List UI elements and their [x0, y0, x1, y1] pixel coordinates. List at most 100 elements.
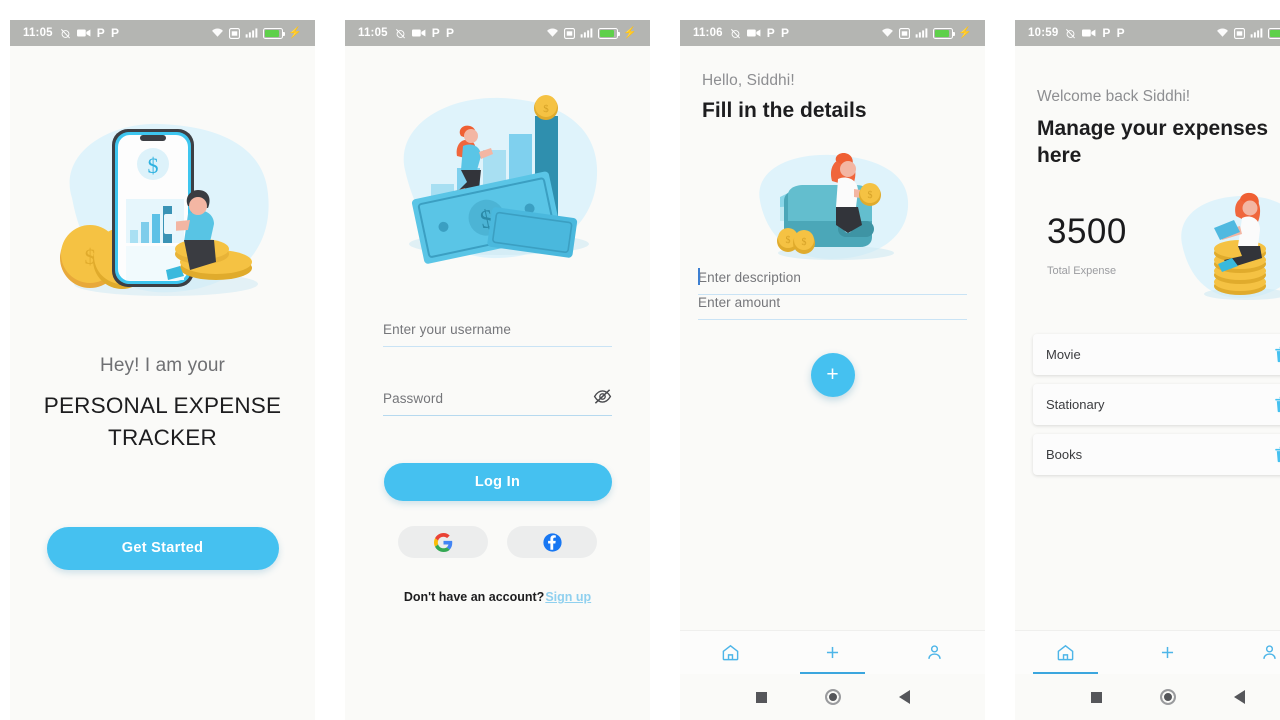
wallet-coins-person-illustration: $ $ $ — [758, 152, 908, 260]
expense-name: Movie — [1046, 346, 1081, 362]
status-right-icons: ⚡ — [881, 26, 972, 39]
bottom-tab-bar — [680, 630, 985, 674]
plus-icon — [826, 646, 839, 659]
phone-screen-onboarding: 11:05 P P ⚡ $ $ Hey! I am your PERSONAL … — [10, 20, 315, 720]
svg-text:$: $ — [147, 153, 158, 178]
amount-underline — [698, 319, 967, 320]
get-started-button[interactable]: Get Started — [46, 526, 279, 570]
wifi-icon — [882, 28, 894, 37]
facebook-login-button[interactable] — [507, 526, 597, 558]
p-glyph-icon: P — [1116, 26, 1125, 40]
p-glyph-icon: P — [111, 26, 120, 40]
password-field[interactable]: Password — [383, 389, 612, 416]
amount-field[interactable]: Enter amount — [698, 295, 967, 320]
home-icon — [1057, 644, 1074, 661]
money-bills-bar-steps-person-illustration: $ $ — [403, 95, 597, 264]
plus-icon: + — [826, 362, 839, 386]
total-expense-summary: 3500 Total Expense — [1015, 186, 1280, 326]
eye-off-icon[interactable] — [593, 387, 612, 406]
triangle-back-icon[interactable] — [898, 690, 910, 704]
person-icon — [1262, 645, 1276, 659]
total-expense-label: Total Expense — [1047, 264, 1117, 277]
svg-text:$: $ — [801, 237, 806, 248]
screen-body: $ $ $ — [10, 102, 315, 720]
battery-icon — [263, 27, 286, 39]
status-right-icons: ⚡ — [1216, 27, 1280, 39]
greeting-text: Hello, Siddhi! — [702, 72, 795, 89]
alarm-off-icon — [60, 28, 70, 38]
password-placeholder: Password — [383, 391, 444, 406]
battery-icon — [1268, 27, 1280, 39]
list-item[interactable]: Books — [1033, 433, 1280, 475]
square-recents-icon[interactable] — [1090, 691, 1102, 703]
video-camera-icon — [76, 29, 91, 37]
triangle-back-icon[interactable] — [1233, 690, 1245, 704]
phone-chart-coins-person-illustration: $ $ $ — [59, 123, 269, 296]
social-login-row — [345, 526, 650, 558]
signup-prompt-text: Don't have an account? — [403, 590, 545, 604]
trash-icon[interactable] — [1274, 446, 1280, 463]
sim-icon — [1234, 27, 1246, 39]
home-icon — [722, 644, 739, 661]
p-glyph-icon: P — [431, 26, 440, 40]
login-button[interactable]: Log In — [383, 463, 612, 501]
p-glyph-icon: P — [766, 26, 775, 40]
username-placeholder: Enter your username — [383, 322, 511, 337]
alarm-off-icon — [1066, 28, 1076, 38]
p-glyph-icon: P — [446, 26, 455, 40]
page-title: Fill in the details — [702, 99, 867, 122]
trash-icon[interactable] — [1274, 346, 1280, 363]
status-time: 10:59 — [1028, 27, 1059, 39]
google-login-button[interactable] — [398, 526, 488, 558]
trash-icon[interactable] — [1274, 396, 1280, 413]
tab-add[interactable] — [1117, 631, 1219, 674]
circle-home-icon[interactable] — [1159, 689, 1176, 705]
onboarding-texts: Hey! I am your PERSONAL EXPENSE TRACKER — [10, 355, 315, 455]
sim-icon — [899, 27, 911, 39]
tab-add[interactable] — [782, 631, 884, 674]
add-expense-fab[interactable]: + — [810, 353, 855, 397]
alarm-off-icon — [395, 28, 405, 38]
add-expense-header: Hello, Siddhi! Fill in the details — [680, 46, 985, 123]
wifi-icon — [547, 28, 559, 37]
signal-icon — [1250, 28, 1263, 38]
p-glyph-icon: P — [1102, 26, 1111, 40]
square-recents-icon[interactable] — [755, 691, 767, 703]
status-left-icons: P P — [60, 27, 119, 39]
phone-screen-login: 11:05 P P ⚡ $ $ Enter your username Pass… — [345, 20, 650, 720]
description-field[interactable]: Enter description — [698, 268, 967, 295]
page-title: PERSONAL EXPENSE TRACKER — [43, 393, 282, 451]
list-item[interactable]: Movie — [1033, 333, 1280, 375]
greeting-text: Welcome back Siddhi! — [1037, 88, 1191, 105]
video-camera-icon — [746, 29, 761, 37]
android-navigation-bar — [345, 712, 650, 720]
video-camera-icon — [1082, 29, 1096, 37]
status-time: 11:06 — [693, 27, 723, 39]
svg-text:$: $ — [867, 190, 872, 201]
tab-profile[interactable] — [1218, 631, 1280, 674]
facebook-icon — [542, 532, 562, 552]
status-time: 11:05 — [358, 27, 388, 39]
phone-screen-dashboard: 10:59 P P ⚡ Welcome back Siddhi! Manage … — [1015, 20, 1280, 720]
text-caret — [698, 268, 700, 285]
tab-home[interactable] — [680, 631, 782, 674]
expense-name: Stationary — [1046, 396, 1105, 412]
username-underline — [383, 346, 612, 347]
charging-bolt-icon: ⚡ — [958, 26, 972, 39]
person-on-coin-stack-illustration — [1181, 192, 1280, 300]
charging-bolt-icon: ⚡ — [288, 26, 302, 39]
status-bar: 11:06 P P ⚡ — [680, 20, 985, 46]
status-bar: 10:59 P P ⚡ — [1015, 20, 1280, 46]
person-icon — [927, 645, 941, 659]
circle-home-icon[interactable] — [824, 689, 841, 705]
tab-home[interactable] — [1015, 631, 1117, 674]
status-left-icons: P P — [1065, 26, 1125, 40]
signup-link[interactable]: Sign up — [545, 590, 591, 604]
list-item[interactable]: Stationary — [1033, 383, 1280, 425]
username-field[interactable]: Enter your username — [383, 322, 612, 347]
tab-profile[interactable] — [883, 631, 985, 674]
bottom-tab-bar — [1015, 630, 1280, 674]
wifi-icon — [212, 28, 224, 37]
status-right-icons: ⚡ — [211, 26, 302, 39]
screenshot-strip: 11:05 P P ⚡ $ $ Hey! I am your PERSONAL … — [0, 0, 1280, 720]
